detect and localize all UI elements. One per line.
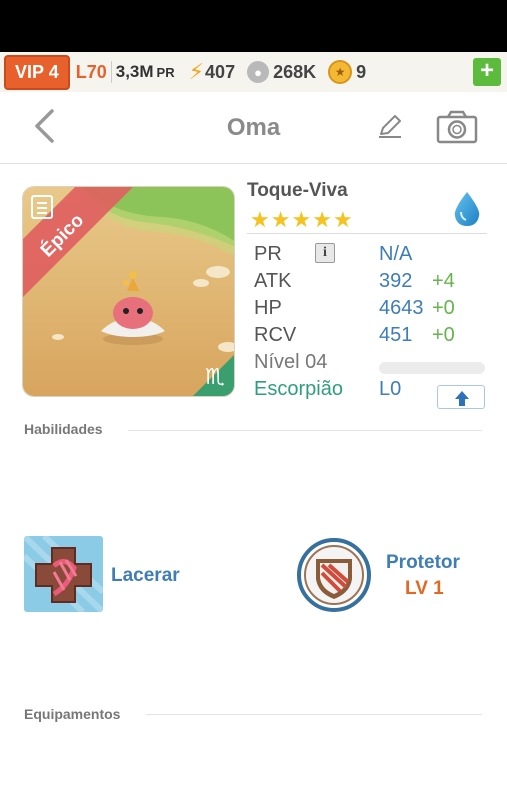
- pr-label: PR: [254, 243, 282, 265]
- energy-counter[interactable]: ⚡ 407: [189, 59, 236, 85]
- hp-bonus: +0: [432, 297, 455, 319]
- active-skill-name[interactable]: Lacerar: [111, 565, 180, 587]
- camera-icon[interactable]: [436, 110, 478, 144]
- power-value: 3,3M PR: [116, 62, 175, 82]
- scorpio-icon: ♏: [205, 365, 225, 390]
- star-icon: ★: [270, 207, 292, 232]
- atk-label: ATK: [254, 270, 292, 292]
- xp-progress-bar: [379, 362, 485, 374]
- level-label: Nível 04: [254, 351, 328, 373]
- coin-icon: ★: [328, 60, 353, 84]
- hp-label: HP: [254, 297, 282, 319]
- atk-bonus: +4: [432, 270, 455, 292]
- pr-value: N/A: [379, 243, 413, 265]
- star-icon: ★: [250, 207, 271, 232]
- star-icon: ★: [332, 207, 354, 232]
- info-icon[interactable]: i: [315, 243, 335, 263]
- star-rating: ★★★★★: [250, 207, 354, 233]
- monster-portrait: [23, 187, 234, 396]
- coin-value: 9: [356, 61, 367, 82]
- page-title: Oma: [226, 114, 281, 141]
- divider: [128, 430, 482, 431]
- star-icon: ★: [312, 207, 333, 232]
- arrow-up-icon: [455, 391, 469, 406]
- rcv-bonus: +0: [432, 324, 455, 346]
- star-icon: ★: [291, 207, 313, 232]
- lacerate-skill-icon[interactable]: [24, 536, 103, 612]
- divider: [110, 61, 112, 83]
- shield-icon: [297, 538, 371, 612]
- passive-skill-name[interactable]: Protetor: [386, 552, 460, 574]
- power-unit: PR: [156, 65, 175, 80]
- monster-portrait-card[interactable]: Épico ♏: [22, 186, 235, 397]
- power-number: 3,3M: [115, 62, 154, 81]
- edit-pencil-icon[interactable]: [376, 112, 404, 140]
- monster-info: Toque-Viva ★★★★★ PR i N/A ATK 392 +4 HP …: [247, 180, 487, 409]
- paw-icon: ●: [247, 61, 270, 83]
- upgrade-button[interactable]: [437, 385, 485, 409]
- resource-bar: VIP 4 L70 3,3M PR ⚡ 407 ● 268K ★ 9 +: [0, 52, 507, 92]
- zodiac-sign-label: Escorpião: [254, 378, 343, 400]
- coin-counter[interactable]: ★ 9: [328, 60, 366, 84]
- add-currency-button[interactable]: +: [473, 58, 501, 86]
- hp-value: 4643: [379, 297, 424, 319]
- divider: [247, 233, 487, 234]
- equipment-section-title: Equipamentos: [24, 706, 121, 722]
- passive-skill-level: LV 1: [405, 578, 444, 599]
- divider: [146, 714, 482, 715]
- food-value: 268K: [273, 61, 317, 82]
- page-header: Oma: [0, 92, 507, 164]
- status-bar: [0, 0, 507, 52]
- zodiac-level: L0: [379, 378, 402, 400]
- protector-skill-icon[interactable]: [296, 537, 372, 613]
- rcv-value: 451: [379, 324, 413, 346]
- rcv-label: RCV: [254, 324, 297, 346]
- lightning-icon: ⚡: [188, 59, 205, 84]
- water-drop-icon: [454, 192, 480, 226]
- player-level: L70: [75, 61, 107, 82]
- skills-section-title: Habilidades: [24, 421, 103, 437]
- claw-icon: [24, 536, 103, 612]
- energy-value: 407: [205, 61, 236, 82]
- atk-value: 392: [379, 270, 413, 292]
- vip-badge[interactable]: VIP 4: [4, 54, 70, 90]
- food-counter[interactable]: ● 268K: [247, 61, 316, 83]
